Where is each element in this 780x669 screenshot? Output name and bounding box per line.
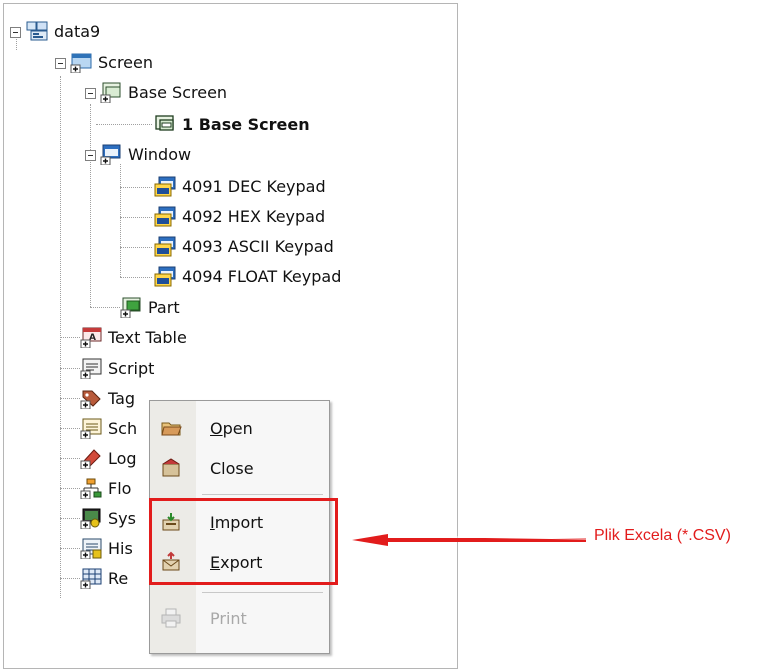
text-table-icon: A: [80, 327, 102, 348]
menu-item-close[interactable]: Close: [150, 453, 329, 483]
tree-node-schedule[interactable]: Sch: [80, 414, 137, 442]
tree-node-label: Tag: [108, 388, 136, 408]
tree-node-keypad-4094[interactable]: 4094 FLOAT Keypad: [154, 262, 341, 290]
window-icon: [154, 266, 176, 287]
tree-node-logging[interactable]: Log: [80, 444, 137, 472]
collapse-toggle-window[interactable]: [85, 150, 96, 161]
tree-node-label: 4093 ASCII Keypad: [182, 236, 334, 256]
tree-node-base-screen-1[interactable]: 1 Base Screen: [154, 110, 310, 138]
menu-item-label: Close: [210, 458, 254, 478]
tree-node-label: His: [108, 538, 133, 558]
tree-node-label: Text Table: [108, 327, 187, 347]
schedule-icon: [80, 418, 102, 439]
history-icon: [80, 538, 102, 559]
script-icon: [80, 358, 102, 379]
base-screen-icon: [155, 115, 174, 131]
tree-node-label: Log: [108, 448, 137, 468]
tree-node-system[interactable]: Sys: [80, 504, 136, 532]
open-folder-icon: [161, 422, 182, 436]
window-icon: [154, 176, 176, 197]
tree-node-label: Base Screen: [128, 82, 228, 102]
tree-node-label: Script: [108, 358, 155, 378]
menu-item-label: Open: [210, 418, 253, 438]
logging-icon: [80, 449, 101, 469]
system-icon: [80, 508, 101, 529]
tree-node-label: Sys: [108, 508, 136, 528]
window-icon: [154, 236, 176, 257]
tree-node-base-screen[interactable]: Base Screen: [100, 78, 227, 106]
flow-icon: [80, 478, 102, 499]
tree-node-label: data9: [54, 21, 101, 41]
menu-separator: [202, 592, 323, 593]
annotation-arrow: [352, 534, 587, 546]
menu-item-open[interactable]: Open: [150, 413, 329, 443]
tree-node-tag[interactable]: Tag: [80, 384, 135, 412]
menu-item-label: Print: [210, 608, 247, 628]
tree-node-label: Re: [108, 568, 129, 588]
tree-node-label: Flo: [108, 478, 132, 498]
collapse-toggle-root[interactable]: [10, 27, 21, 38]
tree-node-label: Screen: [98, 52, 154, 72]
tree-node-script[interactable]: Script: [80, 354, 154, 382]
base-screen-folder-icon: [100, 82, 121, 103]
tree-node-label: Sch: [108, 418, 138, 438]
tree-node-text-table[interactable]: A Text Table: [80, 323, 187, 351]
menu-separator: [202, 494, 323, 495]
part-icon: [120, 297, 141, 318]
tree-node-label: Part: [148, 297, 180, 317]
tree-node-recipe[interactable]: Re: [80, 564, 128, 592]
tree-node-screen[interactable]: Screen: [70, 48, 153, 76]
close-box-icon: [162, 458, 180, 477]
project-icon: [26, 21, 48, 41]
screen-folder-icon: [70, 53, 92, 73]
tree-node-keypad-4091[interactable]: 4091 DEC Keypad: [154, 172, 326, 200]
window-folder-icon: [100, 144, 121, 165]
window-icon: [154, 206, 176, 227]
recipe-icon: [80, 568, 102, 589]
highlight-box: [149, 498, 338, 585]
tree-node-flow[interactable]: Flo: [80, 474, 131, 502]
tag-icon: [80, 390, 101, 409]
annotation-label: Plik Excela (*.CSV): [594, 527, 731, 544]
tree-node-label: 4092 HEX Keypad: [182, 206, 326, 226]
collapse-toggle-base-screen[interactable]: [85, 88, 96, 99]
printer-icon: [161, 608, 181, 628]
tree-node-label: 1 Base Screen: [182, 114, 310, 134]
tree-node-history[interactable]: His: [80, 534, 133, 562]
collapse-toggle-screen[interactable]: [55, 58, 66, 69]
tree-node-keypad-4093[interactable]: 4093 ASCII Keypad: [154, 232, 334, 260]
tree-node-label: 4094 FLOAT Keypad: [182, 266, 342, 286]
tree-node-label: Window: [128, 144, 192, 164]
tree-node-part[interactable]: Part: [120, 293, 180, 321]
tree-node-label: 4091 DEC Keypad: [182, 176, 326, 196]
tree-node-window[interactable]: Window: [100, 140, 191, 168]
tree-node-root[interactable]: data9: [26, 17, 100, 45]
tree-node-keypad-4092[interactable]: 4092 HEX Keypad: [154, 202, 325, 230]
menu-item-print[interactable]: Print: [150, 603, 329, 633]
